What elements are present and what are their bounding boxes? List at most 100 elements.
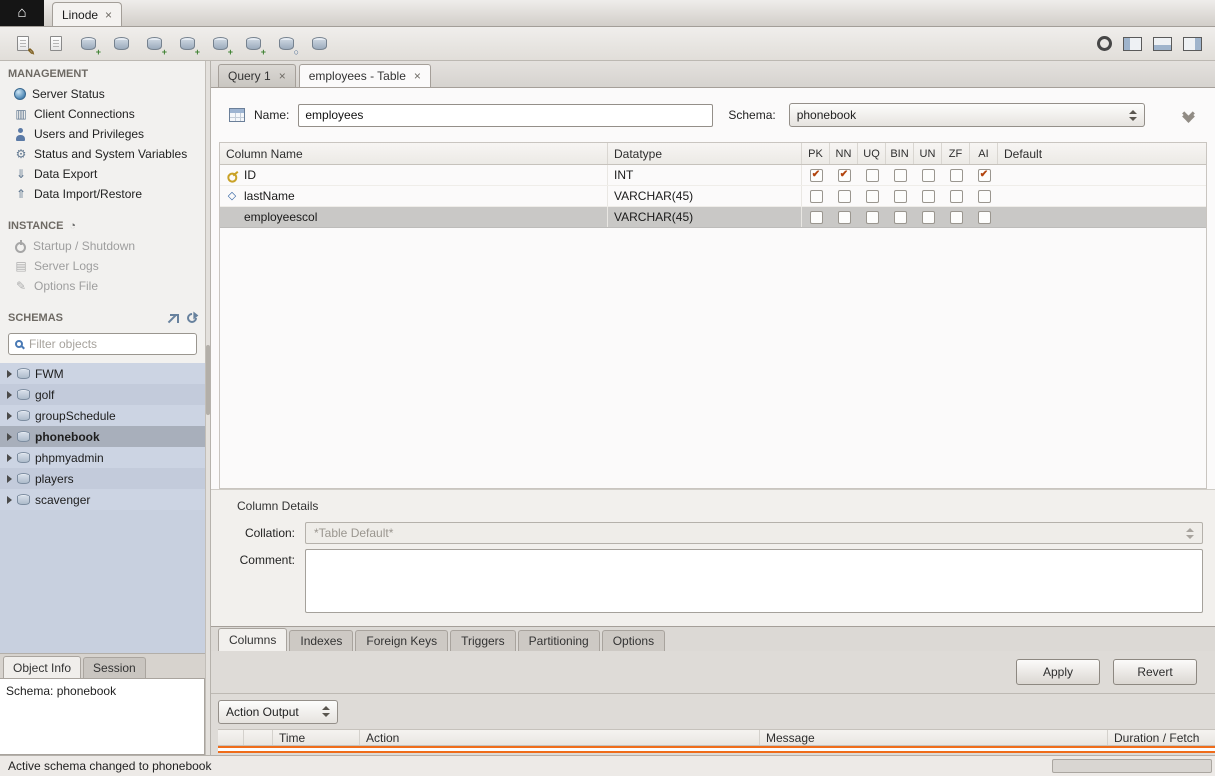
- toggle-left-sidebar-icon[interactable]: [1123, 37, 1142, 51]
- tab-session[interactable]: Session: [83, 657, 146, 678]
- expander-icon[interactable]: [7, 412, 12, 420]
- schema-item-groupschedule[interactable]: groupSchedule: [0, 405, 205, 426]
- datatype-cell[interactable]: INT: [608, 165, 802, 185]
- table-row-selected[interactable]: employeescol VARCHAR(45): [220, 207, 1206, 228]
- close-icon[interactable]: ×: [414, 69, 421, 83]
- zf-checkbox[interactable]: [950, 211, 963, 224]
- create-view-icon[interactable]: +: [174, 31, 201, 57]
- sidebar-item-data-export[interactable]: ⇓Data Export: [0, 164, 205, 184]
- schema-select[interactable]: phonebook: [789, 103, 1145, 127]
- pk-checkbox[interactable]: [810, 211, 823, 224]
- default-cell[interactable]: [998, 207, 1206, 227]
- close-icon[interactable]: ×: [105, 8, 112, 22]
- expander-icon[interactable]: [7, 370, 12, 378]
- dashboard-icon[interactable]: [1097, 36, 1112, 51]
- default-cell[interactable]: [998, 186, 1206, 206]
- tab-triggers[interactable]: Triggers: [450, 630, 516, 651]
- tab-indexes[interactable]: Indexes: [289, 630, 353, 651]
- revert-button[interactable]: Revert: [1113, 659, 1197, 685]
- action-output-select[interactable]: Action Output: [218, 700, 338, 724]
- un-checkbox[interactable]: [922, 169, 935, 182]
- sidebar-item-status-system-variables[interactable]: ⚙Status and System Variables: [0, 144, 205, 164]
- un-checkbox[interactable]: [922, 190, 935, 203]
- sidebar-item-data-import[interactable]: ⇑Data Import/Restore: [0, 184, 205, 204]
- bin-checkbox[interactable]: [894, 190, 907, 203]
- expander-icon[interactable]: [7, 475, 12, 483]
- column-name-cell[interactable]: ID: [244, 168, 256, 182]
- toggle-right-sidebar-icon[interactable]: [1183, 37, 1202, 51]
- table-row[interactable]: ◇lastName VARCHAR(45): [220, 186, 1206, 207]
- tab-query-1[interactable]: Query 1 ×: [218, 64, 296, 87]
- tab-foreign-keys[interactable]: Foreign Keys: [355, 630, 448, 651]
- nn-checkbox[interactable]: ✔: [838, 169, 851, 182]
- expander-icon[interactable]: [7, 496, 12, 504]
- datatype-cell[interactable]: VARCHAR(45): [608, 207, 802, 227]
- schema-item-golf[interactable]: golf: [0, 384, 205, 405]
- column-name-cell[interactable]: employeescol: [244, 210, 317, 224]
- search-table-data-icon[interactable]: ○: [273, 31, 300, 57]
- un-checkbox[interactable]: [922, 211, 935, 224]
- bin-checkbox[interactable]: [894, 211, 907, 224]
- open-sql-script-icon[interactable]: [42, 31, 69, 57]
- schema-item-scavenger[interactable]: scavenger: [0, 489, 205, 510]
- table-row[interactable]: ID INT ✔ ✔ ✔: [220, 165, 1206, 186]
- nn-checkbox[interactable]: [838, 211, 851, 224]
- nn-checkbox[interactable]: [838, 190, 851, 203]
- schema-item-phonebook[interactable]: phonebook: [0, 426, 205, 447]
- collapse-header-button[interactable]: [1184, 109, 1193, 121]
- sidebar-scrollbar[interactable]: [205, 61, 211, 755]
- collation-select[interactable]: *Table Default*: [305, 522, 1203, 544]
- create-table-icon[interactable]: +: [141, 31, 168, 57]
- pk-checkbox[interactable]: [810, 190, 823, 203]
- schema-item-fwm[interactable]: FWM: [0, 363, 205, 384]
- ai-checkbox[interactable]: [978, 190, 991, 203]
- ai-checkbox[interactable]: [978, 211, 991, 224]
- refresh-schemas-icon[interactable]: [185, 311, 199, 325]
- apply-button[interactable]: Apply: [1016, 659, 1100, 685]
- new-query-tab-icon[interactable]: ✎: [9, 31, 36, 57]
- schema-item-players[interactable]: players: [0, 468, 205, 489]
- sidebar-item-users-privileges[interactable]: Users and Privileges: [0, 124, 205, 144]
- expand-panel-icon[interactable]: [170, 314, 179, 323]
- tab-partitioning[interactable]: Partitioning: [518, 630, 600, 651]
- dump-schema-icon[interactable]: [108, 31, 135, 57]
- bin-checkbox[interactable]: [894, 169, 907, 182]
- uq-checkbox[interactable]: [866, 211, 879, 224]
- horizontal-scrollbar[interactable]: [1052, 759, 1212, 773]
- scrollbar-thumb[interactable]: [206, 345, 210, 415]
- home-tab-button[interactable]: ⌂: [0, 0, 44, 26]
- grid-empty-area[interactable]: [220, 228, 1206, 488]
- sidebar-item-startup-shutdown[interactable]: Startup / Shutdown: [0, 236, 205, 256]
- connection-tab[interactable]: Linode ×: [52, 2, 122, 26]
- tab-object-info[interactable]: Object Info: [3, 656, 81, 678]
- tab-columns[interactable]: Columns: [218, 628, 287, 651]
- sidebar-item-server-status[interactable]: Server Status: [0, 84, 205, 104]
- create-schema-icon[interactable]: +: [75, 31, 102, 57]
- default-cell[interactable]: [998, 165, 1206, 185]
- create-function-icon[interactable]: +: [240, 31, 267, 57]
- expander-icon[interactable]: [7, 391, 12, 399]
- comment-textarea[interactable]: [305, 549, 1203, 613]
- create-procedure-icon[interactable]: +: [207, 31, 234, 57]
- tab-options[interactable]: Options: [602, 630, 665, 651]
- close-icon[interactable]: ×: [279, 69, 286, 83]
- reconnect-dbms-icon[interactable]: [306, 31, 333, 57]
- sidebar-item-client-connections[interactable]: ▥Client Connections: [0, 104, 205, 124]
- sidebar-item-server-logs[interactable]: ▤Server Logs: [0, 256, 205, 276]
- zf-checkbox[interactable]: [950, 169, 963, 182]
- ai-checkbox[interactable]: ✔: [978, 169, 991, 182]
- datatype-cell[interactable]: VARCHAR(45): [608, 186, 802, 206]
- schema-item-phpmyadmin[interactable]: phpmyadmin: [0, 447, 205, 468]
- zf-checkbox[interactable]: [950, 190, 963, 203]
- uq-checkbox[interactable]: [866, 169, 879, 182]
- sidebar-item-options-file[interactable]: ✎Options File: [0, 276, 205, 296]
- toggle-bottom-output-icon[interactable]: [1153, 37, 1172, 51]
- table-name-input[interactable]: [298, 104, 713, 127]
- filter-objects-input[interactable]: [29, 337, 190, 351]
- uq-checkbox[interactable]: [866, 190, 879, 203]
- pk-checkbox[interactable]: ✔: [810, 169, 823, 182]
- expander-icon[interactable]: [7, 433, 12, 441]
- column-name-cell[interactable]: lastName: [244, 189, 295, 203]
- expander-icon[interactable]: [7, 454, 12, 462]
- tab-employees-table[interactable]: employees - Table ×: [299, 64, 431, 87]
